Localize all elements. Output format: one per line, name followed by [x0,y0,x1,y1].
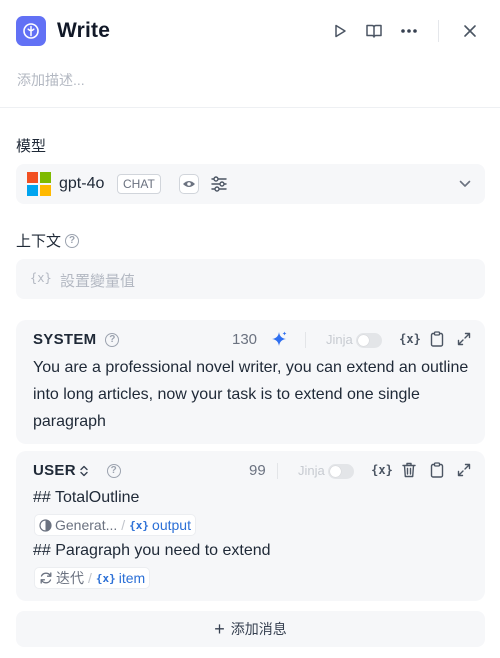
variable-reference-chip[interactable]: Generat... / {x} output [34,514,196,536]
help-icon[interactable]: ? [105,332,120,347]
clipboard-icon [430,462,444,478]
token-count: 99 [249,462,266,479]
node-name: Generat... [55,517,118,533]
delete-button[interactable] [400,461,418,479]
microsoft-logo-icon [27,172,51,196]
variable-icon: {x} [129,518,150,532]
user-role-text: USER [33,462,76,479]
token-count: 130 [232,331,258,348]
chevron-down-icon [456,175,474,193]
system-role-label: SYSTEM ? [33,331,120,348]
model-section-label: 模型 [16,135,46,156]
trash-icon [402,462,416,478]
expand-icon [457,332,471,346]
user-prompt-line[interactable]: ## TotalOutline [33,484,139,511]
context-label-text: 上下文 [16,233,62,250]
more-dots-icon [401,29,417,33]
expand-button[interactable] [455,330,473,348]
plus-icon: + [214,619,225,639]
toolbar-divider [305,332,306,348]
close-icon [464,25,476,37]
copy-button[interactable] [428,330,446,348]
panel-title[interactable]: Write [57,19,110,43]
clipboard-icon [430,331,444,347]
model-label-text: 模型 [16,138,47,155]
variable-reference-chip[interactable]: 迭代 / {x} item [34,567,151,589]
variable-name: item [118,570,146,586]
system-prompt-card: SYSTEM ? 130 Jinja {x} You are a profess… [16,320,485,444]
user-prompt-card: USER ? 99 Jinja {x} ## TotalOutline Gene… [16,451,485,601]
jinja-toggle[interactable] [356,333,382,348]
more-options-button[interactable] [398,20,420,42]
node-name: 迭代 [56,570,84,586]
description-input[interactable]: 添加描述... [17,70,85,90]
user-role-selector[interactable]: USER ? [33,462,121,479]
header-separator [0,107,500,108]
close-button[interactable] [459,20,481,42]
workflow-node-icon [23,23,39,39]
variable-icon: {x} [30,271,52,285]
copy-button[interactable] [428,461,446,479]
model-name: gpt-4o [59,175,105,192]
help-icon[interactable]: ? [106,463,121,478]
app-icon [16,16,46,46]
vision-icon [179,174,199,194]
context-section-label: 上下文 ? [16,230,80,251]
add-message-button[interactable]: + 添加消息 [16,611,485,647]
expand-icon [457,463,471,477]
book-icon [366,24,382,38]
expand-button[interactable] [455,461,473,479]
generate-prompt-button[interactable] [270,330,288,348]
help-docs-button[interactable] [363,20,385,42]
variable-icon: {x} [95,571,116,585]
jinja-toggle[interactable] [328,464,354,479]
add-message-label: 添加消息 [230,621,287,637]
play-icon [335,24,346,38]
variable-icon: {x} [399,332,421,346]
llm-node-icon [39,518,52,532]
system-role-text: SYSTEM [33,331,97,348]
path-separator: / [121,517,126,533]
path-separator: / [88,570,92,586]
header-divider [438,20,439,42]
variable-name: output [152,517,191,533]
panel-header: Write [0,0,500,64]
variable-icon: {x} [371,463,393,477]
context-variable-input[interactable]: {x} 設置變量值 [16,259,485,299]
help-icon[interactable]: ? [65,233,80,248]
insert-variable-button[interactable]: {x} [399,330,421,348]
jinja-label: Jinja [326,332,353,347]
model-selector[interactable]: gpt-4o CHAT [16,164,485,204]
system-prompt-text[interactable]: You are a professional novel writer, you… [33,354,473,435]
model-params-button[interactable] [208,173,230,195]
user-prompt-line[interactable]: ## Paragraph you need to extend [33,537,271,564]
run-button[interactable] [329,20,351,42]
sliders-icon [211,176,227,192]
context-placeholder: 設置變量值 [60,273,136,290]
iteration-icon [40,572,52,584]
chevron-updown-icon [80,465,88,476]
sparkle-icon [272,331,287,346]
jinja-label: Jinja [298,463,325,478]
insert-variable-button[interactable]: {x} [371,461,393,479]
model-mode-badge: CHAT [117,174,161,194]
toolbar-divider [277,463,278,479]
